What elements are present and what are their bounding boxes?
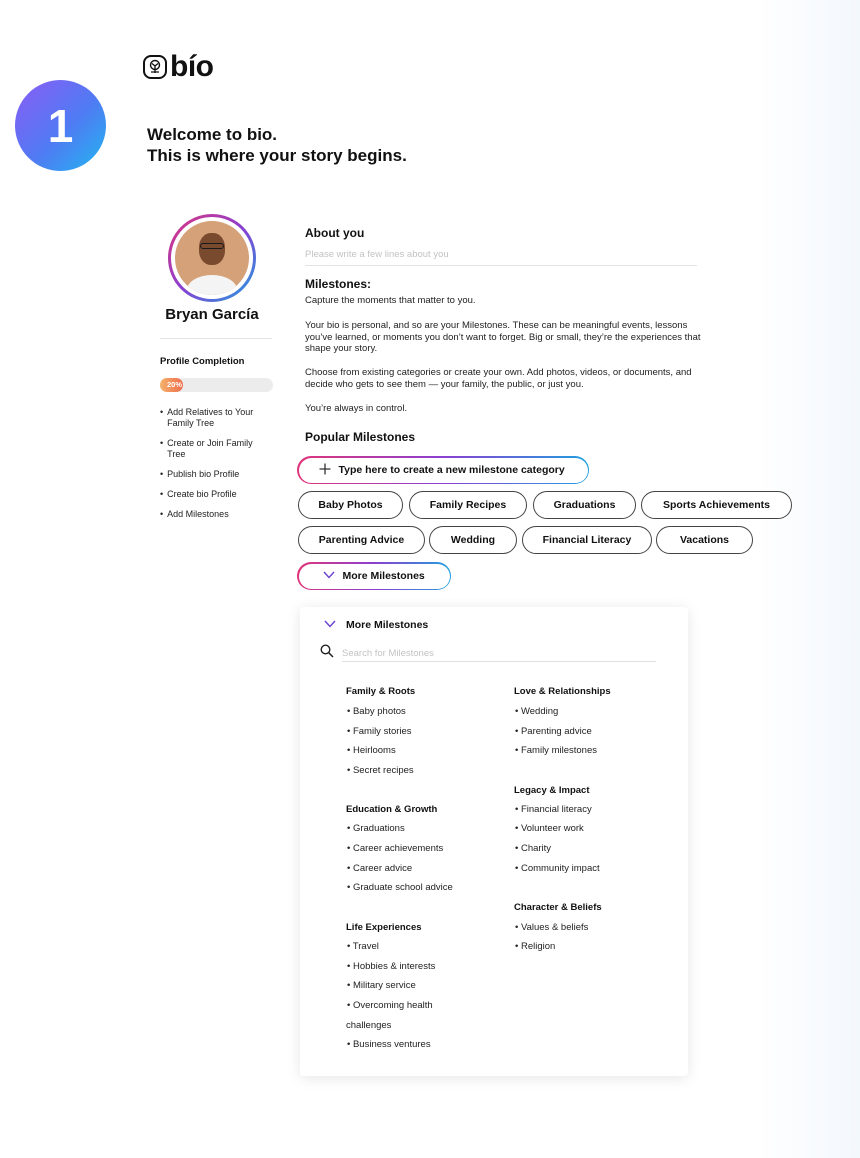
brand-logo[interactable]: bío (143, 52, 214, 82)
chip-vacations[interactable]: Vacations (656, 526, 753, 554)
milestone-option[interactable]: • Career advice (347, 863, 412, 875)
create-category-button[interactable]: Type here to create a new milestone cate… (297, 456, 589, 484)
about-title: About you (305, 226, 365, 240)
milestone-option[interactable]: • Parenting advice (515, 726, 592, 738)
todo-item[interactable]: • Publish bio Profile (160, 469, 272, 480)
category-love-relationships: Love & Relationships (514, 686, 611, 697)
plus-icon (319, 463, 331, 478)
milestone-option-continued[interactable]: challenges (346, 1020, 391, 1032)
dropdown-header-label: More Milestones (346, 619, 429, 631)
category-legacy-impact: Legacy & Impact (514, 785, 590, 796)
more-milestones-button[interactable]: More Milestones (297, 562, 451, 590)
milestone-option[interactable]: • Secret recipes (347, 765, 414, 777)
milestones-title: Milestones: (305, 277, 372, 291)
milestone-option[interactable]: • Overcoming health (347, 1000, 433, 1012)
chip-wedding[interactable]: Wedding (429, 526, 517, 554)
todo-item[interactable]: • Add Milestones (160, 509, 272, 520)
create-category-label: Type here to create a new milestone cate… (338, 464, 565, 476)
category-life-experiences: Life Experiences (346, 922, 422, 933)
step-badge: 1 (15, 80, 106, 171)
milestone-option[interactable]: • Family stories (347, 726, 412, 738)
milestones-control-note: You’re always in control. (305, 403, 408, 414)
about-input[interactable] (305, 244, 697, 266)
milestone-option[interactable]: • Community impact (515, 863, 600, 875)
milestones-instructions: Choose from existing categories or creat… (305, 367, 692, 390)
profile-name: Bryan García (165, 306, 259, 323)
chip-parenting-advice[interactable]: Parenting Advice (298, 526, 425, 554)
category-family-roots: Family & Roots (346, 686, 416, 697)
milestone-search-input[interactable] (342, 645, 656, 662)
chip-sports-achievements[interactable]: Sports Achievements (641, 491, 792, 519)
more-milestones-label: More Milestones (342, 570, 425, 582)
chip-graduations[interactable]: Graduations (533, 491, 636, 519)
chevron-down-icon (324, 619, 336, 631)
headline-line-1: Welcome to bio. (147, 125, 278, 144)
avatar-photo (175, 221, 249, 295)
chip-family-recipes[interactable]: Family Recipes (409, 491, 527, 519)
milestone-option[interactable]: • Wedding (515, 706, 558, 718)
todo-item[interactable]: • Create bio Profile (160, 489, 272, 500)
brand-wordmark: bío (170, 50, 214, 83)
milestone-search (320, 644, 656, 663)
dropdown-header[interactable]: More Milestones (324, 619, 428, 631)
todo-item[interactable]: • Create or Join Family Tree (160, 438, 272, 460)
milestone-option[interactable]: • Charity (515, 843, 551, 855)
category-character-beliefs: Character & Beliefs (514, 902, 602, 913)
milestone-option[interactable]: • Religion (515, 941, 555, 953)
popular-milestones-title: Popular Milestones (305, 430, 416, 444)
profile-completion-fill: 20% (160, 378, 183, 392)
milestone-option[interactable]: • Military service (347, 980, 416, 992)
search-icon (320, 644, 334, 663)
chevron-down-icon (322, 570, 335, 582)
milestone-option[interactable]: • Financial literacy (515, 804, 592, 816)
chip-financial-literacy[interactable]: Financial Literacy (522, 526, 652, 554)
milestones-intro: Capture the moments that matter to you. (305, 295, 476, 306)
milestones-description: Your bio is personal, and so are your Mi… (305, 320, 701, 354)
profile-divider (160, 338, 272, 339)
more-milestones-dropdown: More Milestones Family & Roots • Baby ph… (300, 607, 688, 1076)
tree-logo-icon (143, 55, 167, 79)
profile-todo-list: • Add Relatives to Your Family Tree • Crea… (160, 407, 272, 529)
category-education-growth: Education & Growth (346, 804, 438, 815)
milestone-option[interactable]: • Graduate school advice (347, 882, 453, 894)
milestone-option[interactable]: • Hobbies & interests (347, 961, 435, 973)
milestone-option[interactable]: • Heirlooms (347, 745, 396, 757)
milestone-option[interactable]: • Baby photos (347, 706, 406, 718)
profile-completion-title: Profile Completion (160, 356, 245, 367)
milestone-option[interactable]: • Values & beliefs (515, 922, 588, 934)
todo-item[interactable]: • Add Relatives to Your Family Tree (160, 407, 272, 429)
headline-line-2: This is where your story begins. (147, 146, 407, 165)
milestone-option[interactable]: • Business ventures (347, 1039, 431, 1051)
profile-completion-bar: 20% (160, 378, 273, 392)
milestone-option[interactable]: • Family milestones (515, 745, 597, 757)
avatar[interactable] (168, 214, 256, 302)
milestone-option[interactable]: • Travel (347, 941, 379, 953)
milestone-option[interactable]: • Volunteer work (515, 823, 584, 835)
milestone-option[interactable]: • Graduations (347, 823, 405, 835)
milestone-option[interactable]: • Career achievements (347, 843, 443, 855)
welcome-headline: Welcome to bio. This is where your story… (147, 124, 407, 166)
chip-baby-photos[interactable]: Baby Photos (298, 491, 403, 519)
